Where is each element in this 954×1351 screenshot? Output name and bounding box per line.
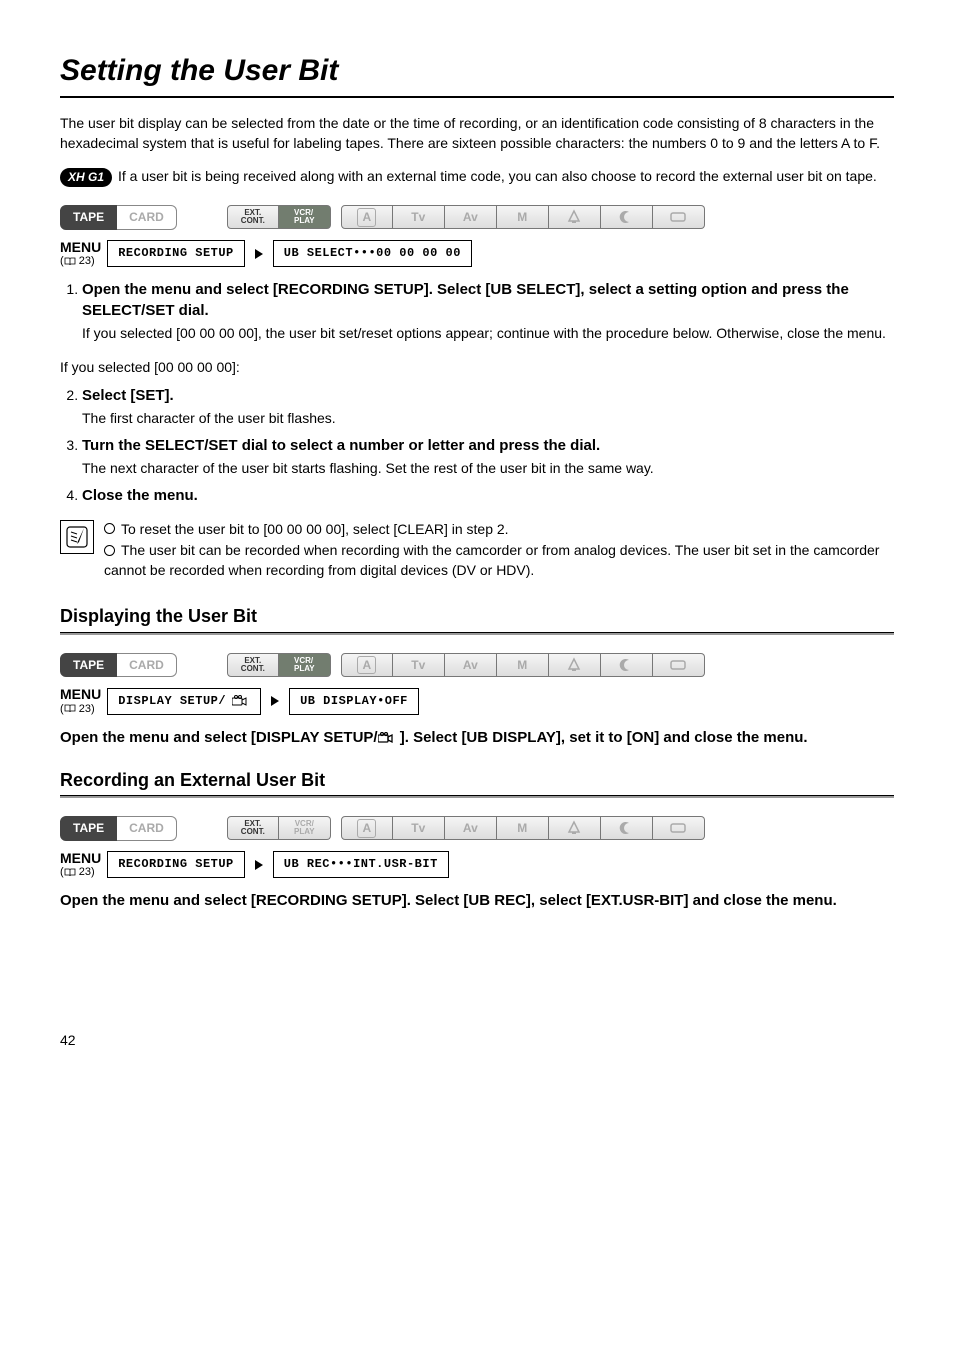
mode-vcr-play: VCR/PLAY (279, 205, 331, 229)
notes-list: To reset the user bit to [00 00 00 00], … (104, 520, 894, 583)
mode-night-icon (601, 653, 653, 677)
mode-tv: Tv (393, 816, 445, 840)
final-instruction-external: Open the menu and select [RECORDING SETU… (60, 890, 894, 911)
mode-spotlight-icon (549, 816, 601, 840)
mode-easy-icon (653, 653, 705, 677)
mode-spotlight-icon (549, 205, 601, 229)
display-setup-icon (232, 695, 250, 707)
menu-label: MENU (60, 851, 101, 866)
mode-auto: A (341, 653, 393, 677)
mode-ext-cont: EXT.CONT. (227, 816, 279, 840)
mode-m: M (497, 653, 549, 677)
menu-box-ub-display: UB DISPLAY•OFF (289, 688, 419, 715)
arrow-right-icon (255, 860, 263, 870)
menu-path-row-2: MENU ( 23) DISPLAY SETUP/ UB DISPLAY•OFF (60, 687, 894, 714)
page-title: Setting the User Bit (60, 50, 894, 98)
step-2-title: Select [SET]. (82, 387, 174, 404)
tab-tape: TAPE (60, 653, 117, 678)
menu-label: MENU (60, 240, 101, 255)
menu-box-ub-rec: UB REC•••INT.USR-BIT (273, 851, 449, 878)
subheading-displaying: Displaying the User Bit (60, 604, 894, 634)
note-1: To reset the user bit to [00 00 00 00], … (104, 520, 894, 540)
exposure-mode-group: A Tv Av M (341, 205, 705, 229)
mode-bar-recording: TAPE CARD EXT.CONT. VCR/PLAY A Tv Av M (60, 205, 894, 230)
subheading-external: Recording an External User Bit (60, 768, 894, 798)
menu-box-ub-select: UB SELECT•••00 00 00 00 (273, 240, 472, 267)
intro-paragraph: The user bit display can be selected fro… (60, 114, 894, 153)
mode-m: M (497, 816, 549, 840)
step-3-title: Turn the SELECT/SET dial to select a num… (82, 437, 600, 454)
note-2: The user bit can be recorded when record… (104, 541, 894, 580)
mode-vcr-play-dim: VCR/PLAY (279, 816, 331, 840)
mode-m: M (497, 205, 549, 229)
mode-av: Av (445, 653, 497, 677)
book-icon (64, 704, 76, 713)
book-icon (64, 868, 76, 877)
mode-bar-displaying: TAPE CARD EXT.CONT. VCR/PLAY A Tv Av M (60, 653, 894, 678)
tab-card: CARD (117, 816, 177, 841)
page-number: 42 (60, 1032, 76, 1048)
left-mode-group: EXT.CONT. VCR/PLAY (227, 205, 331, 229)
media-tabs: TAPE CARD (60, 205, 177, 230)
mode-easy-icon (653, 205, 705, 229)
menu-page-ref: ( 23) (60, 703, 101, 715)
menu-box-recording-setup: RECORDING SETUP (107, 240, 245, 267)
xhg1-text: If a user bit is being received along wi… (118, 167, 877, 187)
menu-path-row-1: MENU ( 23) RECORDING SETUP UB SELECT•••0… (60, 240, 894, 267)
mode-tv: Tv (393, 653, 445, 677)
tab-tape: TAPE (60, 205, 117, 230)
procedure-list-a: Open the menu and select [RECORDING SETU… (60, 279, 894, 344)
menu-label: MENU (60, 687, 101, 702)
mode-night-icon (601, 205, 653, 229)
tab-tape: TAPE (60, 816, 117, 841)
arrow-right-icon (255, 249, 263, 259)
mode-auto: A (341, 205, 393, 229)
step-1-body: If you selected [00 00 00 00], the user … (82, 324, 894, 344)
mode-av: Av (445, 205, 497, 229)
display-setup-icon-inline (378, 732, 396, 744)
xhg1-paragraph: XH G1 If a user bit is being received al… (60, 167, 894, 187)
tab-card: CARD (117, 205, 177, 230)
step-4: Close the menu. (82, 485, 894, 506)
mode-auto: A (341, 816, 393, 840)
tab-card: CARD (117, 653, 177, 678)
mode-tv: Tv (393, 205, 445, 229)
step-2-body: The first character of the user bit flas… (82, 409, 894, 429)
mode-ext-cont: EXT.CONT. (227, 653, 279, 677)
menu-page-ref: ( 23) (60, 255, 101, 267)
menu-label-block: MENU ( 23) (60, 240, 101, 267)
xhg1-badge: XH G1 (60, 168, 112, 187)
mode-night-icon (601, 816, 653, 840)
mode-av: Av (445, 816, 497, 840)
arrow-right-icon (271, 696, 279, 706)
mode-ext-cont: EXT.CONT. (227, 205, 279, 229)
menu-box-recording-setup-2: RECORDING SETUP (107, 851, 245, 878)
menu-path-row-3: MENU ( 23) RECORDING SETUP UB REC•••INT.… (60, 851, 894, 878)
mode-bar-external: TAPE CARD EXT.CONT. VCR/PLAY A Tv Av M (60, 816, 894, 841)
mode-spotlight-icon (549, 653, 601, 677)
step-2: Select [SET]. The first character of the… (82, 385, 894, 429)
mode-vcr-play: VCR/PLAY (279, 653, 331, 677)
step-1-title: Open the menu and select [RECORDING SETU… (82, 281, 849, 319)
menu-page-ref: ( 23) (60, 866, 101, 878)
step-4-title: Close the menu. (82, 487, 198, 504)
notes-block: To reset the user bit to [00 00 00 00], … (60, 520, 894, 583)
book-icon (64, 257, 76, 266)
procedure-list-b: Select [SET]. The first character of the… (60, 385, 894, 505)
note-icon (60, 520, 94, 554)
final-instruction-displaying: Open the menu and select [DISPLAY SETUP/… (60, 727, 894, 748)
step-3-body: The next character of the user bit start… (82, 459, 894, 479)
mode-easy-icon (653, 816, 705, 840)
menu-box-display-setup: DISPLAY SETUP/ (107, 688, 261, 715)
step-3: Turn the SELECT/SET dial to select a num… (82, 435, 894, 479)
step-1: Open the menu and select [RECORDING SETU… (82, 279, 894, 344)
conditional-text: If you selected [00 00 00 00]: (60, 358, 894, 378)
